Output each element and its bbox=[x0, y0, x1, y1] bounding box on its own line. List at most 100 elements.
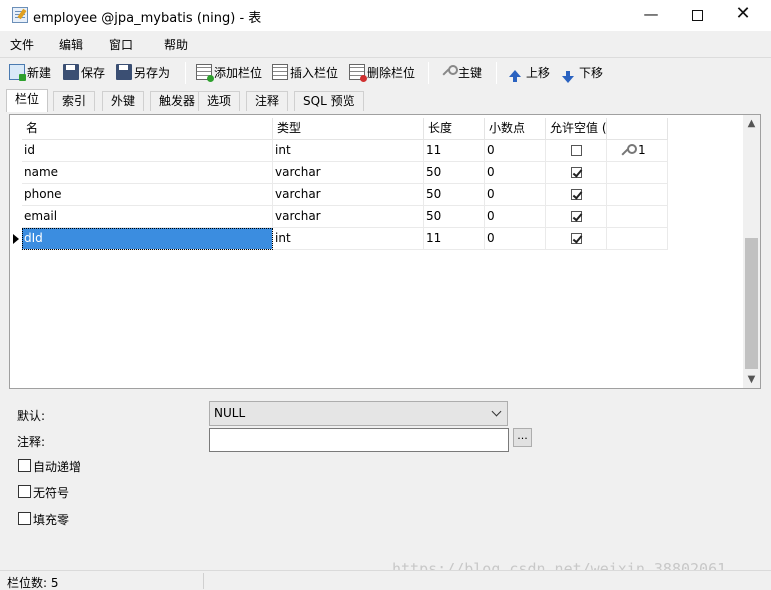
move-down-label: 下移 bbox=[579, 66, 604, 80]
nullable-checkbox[interactable] bbox=[571, 211, 582, 222]
field-name-cell[interactable]: name bbox=[22, 162, 273, 184]
column-header-length[interactable]: 长度 bbox=[424, 118, 485, 140]
field-decimals-cell[interactable]: 0 bbox=[485, 162, 546, 184]
table-row[interactable]: phone varchar 50 0 bbox=[10, 184, 670, 206]
field-type-cell[interactable]: varchar bbox=[273, 206, 424, 228]
nullable-checkbox[interactable] bbox=[571, 233, 582, 244]
menu-window[interactable]: 窗口 bbox=[109, 36, 133, 53]
minimize-button[interactable]: — bbox=[628, 0, 674, 31]
unsigned-label: 无符号 bbox=[33, 486, 70, 500]
field-nullable-cell bbox=[546, 228, 607, 250]
field-type-cell[interactable]: varchar bbox=[273, 184, 424, 206]
maximize-button[interactable] bbox=[674, 0, 720, 31]
field-key-cell bbox=[607, 206, 668, 228]
tab-options[interactable]: 选项 bbox=[198, 91, 241, 111]
arrow-up-icon bbox=[509, 70, 521, 82]
field-name-cell[interactable]: id bbox=[22, 140, 273, 162]
field-key-cell bbox=[607, 228, 668, 250]
status-bar: 栏位数: 5 bbox=[0, 570, 771, 590]
field-key-cell bbox=[607, 184, 668, 206]
column-header-decimals[interactable]: 小数点 bbox=[485, 118, 546, 140]
primary-key-button[interactable]: 主键 bbox=[440, 64, 482, 82]
tab-sql-preview[interactable]: SQL 预览 bbox=[294, 91, 364, 111]
field-grid: 名 类型 长度 小数点 允许空值 ( id int 11 0 1 name va… bbox=[9, 114, 761, 389]
status-divider bbox=[203, 573, 204, 589]
field-length-cell[interactable]: 50 bbox=[424, 206, 485, 228]
field-name-cell[interactable]: phone bbox=[22, 184, 273, 206]
comment-label: 注释: bbox=[17, 435, 46, 449]
menu-help[interactable]: 帮助 bbox=[164, 36, 188, 53]
column-header-nullable[interactable]: 允许空值 ( bbox=[546, 118, 607, 140]
field-type-cell[interactable]: int bbox=[273, 140, 424, 162]
nullable-checkbox[interactable] bbox=[571, 145, 582, 156]
column-header-type[interactable]: 类型 bbox=[273, 118, 424, 140]
zerofill-checkbox[interactable] bbox=[18, 512, 31, 525]
auto-increment-label: 自动递增 bbox=[33, 460, 82, 474]
delete-column-button[interactable]: 删除栏位 bbox=[349, 64, 415, 82]
field-length-cell[interactable]: 50 bbox=[424, 184, 485, 206]
insert-column-button[interactable]: 插入栏位 bbox=[272, 64, 338, 82]
menu-edit[interactable]: 编辑 bbox=[59, 36, 83, 53]
add-column-button[interactable]: 添加栏位 bbox=[196, 64, 262, 82]
nullable-checkbox[interactable] bbox=[571, 167, 582, 178]
table-row[interactable]: id int 11 0 1 bbox=[10, 140, 670, 162]
new-label: 新建 bbox=[27, 66, 52, 80]
menu-bar: 文件 编辑 窗口 帮助 bbox=[0, 31, 771, 56]
field-type-cell[interactable]: int bbox=[273, 228, 424, 250]
close-button[interactable]: ✕ bbox=[720, 0, 766, 31]
tab-fields[interactable]: 栏位 bbox=[6, 89, 49, 112]
default-value: NULL bbox=[214, 406, 246, 420]
field-nullable-cell bbox=[546, 162, 607, 184]
auto-increment-checkbox[interactable] bbox=[18, 459, 31, 472]
tab-foreign-keys[interactable]: 外键 bbox=[102, 91, 145, 111]
default-label: 默认: bbox=[17, 409, 46, 423]
save-as-button[interactable]: 另存为 bbox=[116, 64, 170, 82]
field-properties: 默认: NULL 注释: ... 自动递增 无符号 填充零 bbox=[0, 395, 771, 570]
tab-triggers[interactable]: 触发器 bbox=[150, 91, 205, 111]
save-button[interactable]: 保存 bbox=[63, 64, 105, 82]
comment-input[interactable] bbox=[209, 428, 509, 452]
field-nullable-cell bbox=[546, 184, 607, 206]
field-decimals-cell[interactable]: 0 bbox=[485, 184, 546, 206]
field-key-cell bbox=[607, 162, 668, 184]
column-header-name[interactable]: 名 bbox=[22, 118, 273, 140]
move-down-button[interactable]: 下移 bbox=[562, 64, 604, 83]
window-title: employee @jpa_mybatis (ning) - 表 bbox=[33, 11, 262, 26]
default-value-select[interactable]: NULL bbox=[209, 401, 508, 426]
table-row-selected[interactable]: dId int 11 0 bbox=[10, 228, 670, 250]
field-type-cell[interactable]: varchar bbox=[273, 162, 424, 184]
field-decimals-cell[interactable]: 0 bbox=[485, 140, 546, 162]
scroll-down-icon[interactable]: ▼ bbox=[743, 371, 760, 388]
scroll-up-icon[interactable]: ▲ bbox=[743, 115, 760, 132]
tab-comment[interactable]: 注释 bbox=[246, 91, 289, 111]
save-icon bbox=[63, 64, 79, 80]
unsigned-checkbox[interactable] bbox=[18, 485, 31, 498]
field-length-cell[interactable]: 11 bbox=[424, 140, 485, 162]
table-row[interactable]: email varchar 50 0 bbox=[10, 206, 670, 228]
title-bar: employee @jpa_mybatis (ning) - 表 — ✕ bbox=[0, 0, 771, 31]
field-name-cell[interactable]: email bbox=[22, 206, 273, 228]
toolbar-divider bbox=[185, 62, 186, 84]
field-length-cell[interactable]: 11 bbox=[424, 228, 485, 250]
field-decimals-cell[interactable]: 0 bbox=[485, 206, 546, 228]
scrollbar-thumb[interactable] bbox=[745, 238, 758, 369]
tab-indexes[interactable]: 索引 bbox=[53, 91, 96, 111]
field-name-cell[interactable]: dId bbox=[22, 228, 273, 250]
move-up-button[interactable]: 上移 bbox=[509, 64, 550, 82]
maximize-icon bbox=[691, 10, 703, 21]
insert-column-label: 插入栏位 bbox=[290, 66, 339, 80]
new-button[interactable]: 新建 bbox=[9, 64, 51, 82]
table-design-icon bbox=[12, 7, 28, 23]
nullable-checkbox[interactable] bbox=[571, 189, 582, 200]
close-icon: ✕ bbox=[735, 3, 751, 24]
field-length-cell[interactable]: 50 bbox=[424, 162, 485, 184]
arrow-down-icon bbox=[562, 71, 574, 83]
move-up-label: 上移 bbox=[526, 66, 551, 80]
comment-expand-button[interactable]: ... bbox=[513, 428, 532, 447]
field-nullable-cell bbox=[546, 206, 607, 228]
table-row[interactable]: name varchar 50 0 bbox=[10, 162, 670, 184]
field-decimals-cell[interactable]: 0 bbox=[485, 228, 546, 250]
menu-file[interactable]: 文件 bbox=[10, 36, 34, 53]
vertical-scrollbar[interactable]: ▲ ▼ bbox=[743, 115, 760, 388]
insert-column-icon bbox=[272, 64, 288, 80]
